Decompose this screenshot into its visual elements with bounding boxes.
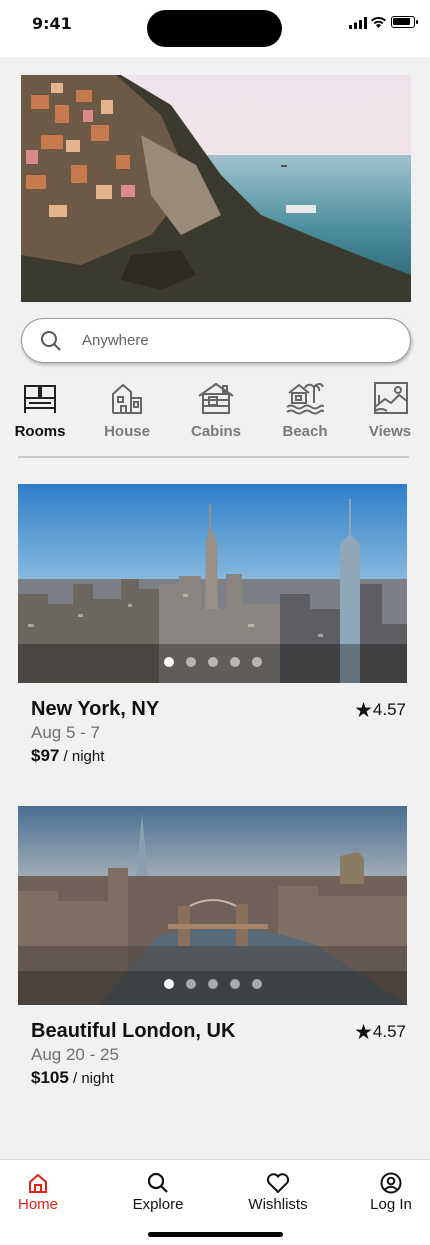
category-label: Cabins — [190, 423, 241, 440]
listing-dates: Aug 20 - 25 — [31, 1045, 119, 1064]
status-time: 9:41 — [32, 14, 72, 33]
listing-title[interactable]: Beautiful London, UK — [31, 1020, 235, 1043]
listing-photo-carousel[interactable] — [18, 484, 407, 683]
rating-value: 4.57 — [372, 700, 406, 719]
signal-icon — [349, 17, 367, 29]
search-icon — [147, 1172, 168, 1193]
search-icon — [41, 331, 61, 351]
carousel-dot[interactable] — [251, 979, 262, 989]
carousel-dot[interactable] — [163, 979, 174, 989]
star-icon: ★ — [354, 699, 373, 722]
listing-title[interactable]: New York, NY — [31, 698, 159, 721]
view-picture-icon — [374, 382, 408, 414]
category-bar: Rooms House Cabins Beach Views — [0, 380, 430, 440]
carousel-dot[interactable] — [185, 657, 196, 667]
tab-home[interactable]: Home — [0, 1172, 83, 1213]
cabin-icon — [198, 382, 234, 414]
carousel-dot[interactable] — [207, 657, 218, 667]
tab-label: Wishlists — [248, 1196, 308, 1213]
listing-photo-carousel[interactable] — [18, 806, 407, 1005]
carousel-dot[interactable] — [229, 657, 240, 667]
price-amount: $105 — [31, 1068, 69, 1087]
category-label: House — [104, 423, 150, 440]
category-divider — [18, 456, 409, 458]
carousel-dot[interactable] — [185, 979, 196, 989]
category-label: Views — [368, 423, 412, 440]
tab-label: Explore — [132, 1196, 184, 1213]
listing-price: $105 / night — [31, 1068, 114, 1088]
carousel-dot[interactable] — [207, 979, 218, 989]
star-icon: ★ — [354, 1021, 373, 1044]
dynamic-island — [147, 10, 282, 47]
carousel-dot[interactable] — [163, 657, 174, 667]
tab-log-in[interactable]: Log In — [346, 1172, 430, 1213]
carousel-dots — [18, 654, 407, 672]
search-input[interactable]: Anywhere — [82, 332, 149, 349]
tab-wishlists[interactable]: Wishlists — [233, 1172, 323, 1213]
house-icon — [112, 383, 142, 414]
hero-image — [21, 75, 411, 302]
category-label: Beach — [282, 423, 328, 440]
tab-label: Log In — [370, 1196, 412, 1213]
listing-price: $97 / night — [31, 746, 104, 766]
listing-dates: Aug 5 - 7 — [31, 723, 100, 742]
carousel-dot[interactable] — [229, 979, 240, 989]
rating-value: 4.57 — [372, 1022, 406, 1041]
heart-icon — [266, 1173, 290, 1194]
category-label: Rooms — [14, 423, 66, 440]
category-views[interactable]: Views — [350, 380, 430, 440]
tab-label: Home — [17, 1196, 58, 1213]
wifi-icon — [371, 16, 386, 28]
price-amount: $97 — [31, 746, 60, 765]
carousel-dot[interactable] — [251, 657, 262, 667]
category-rooms[interactable]: Rooms — [0, 380, 80, 440]
status-bar: 9:41 — [0, 0, 430, 57]
carousel-dots — [18, 976, 407, 994]
category-cabins[interactable]: Cabins — [176, 380, 256, 440]
battery-icon — [391, 16, 418, 28]
bed-icon — [24, 385, 56, 413]
home-indicator — [148, 1232, 283, 1237]
category-house[interactable]: House — [87, 380, 167, 440]
user-circle-icon — [380, 1172, 402, 1194]
beach-icon — [286, 383, 324, 415]
tab-explore[interactable]: Explore — [113, 1172, 203, 1213]
price-unit: / night — [63, 748, 105, 765]
listing-rating: ★4.57 — [354, 1020, 406, 1045]
listing-rating: ★4.57 — [354, 698, 406, 723]
category-beach[interactable]: Beach — [265, 380, 345, 440]
price-unit: / night — [73, 1070, 114, 1087]
home-icon — [29, 1173, 47, 1193]
search-bar[interactable]: Anywhere — [21, 318, 411, 363]
